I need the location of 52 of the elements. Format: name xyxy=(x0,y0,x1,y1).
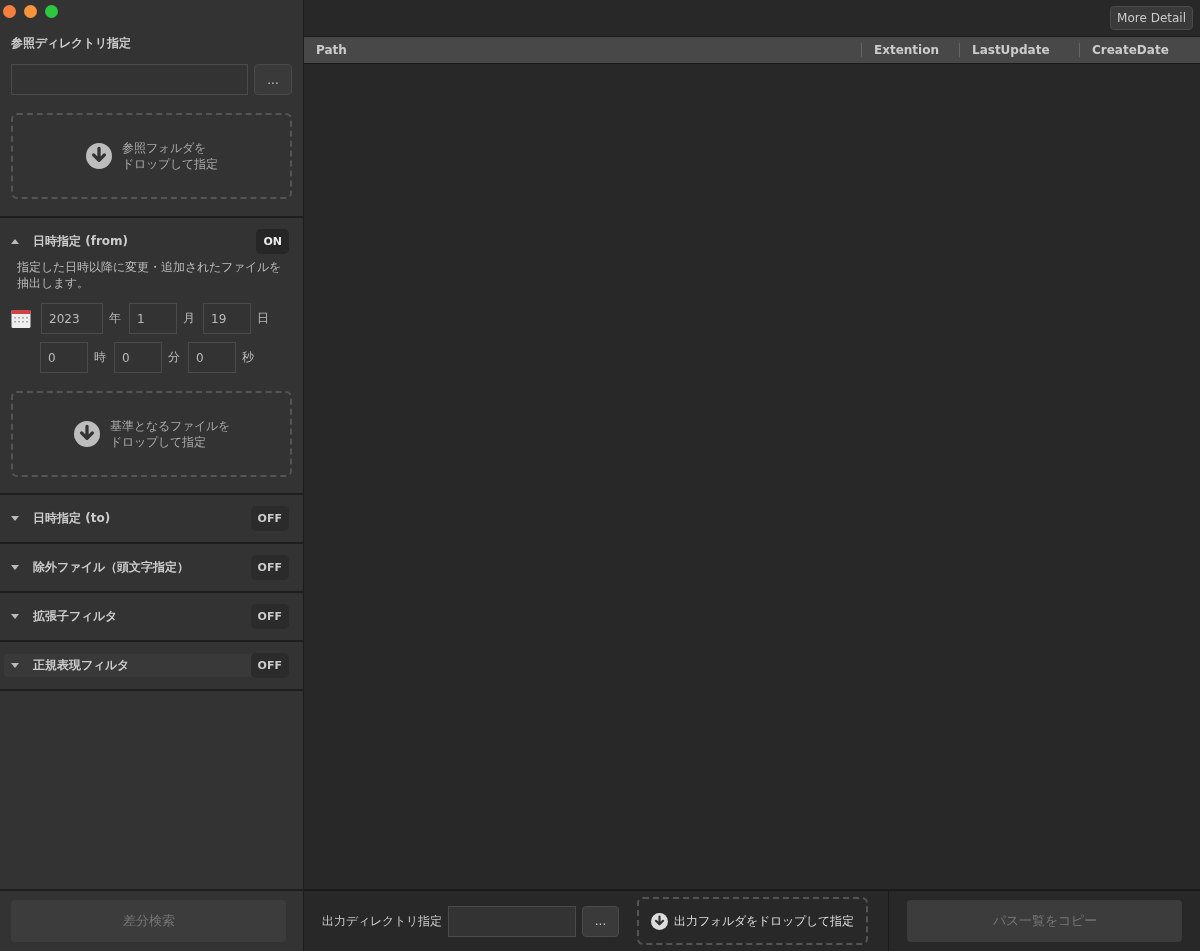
browse-button[interactable]: ... xyxy=(254,64,292,95)
toggle-button[interactable]: OFF xyxy=(250,653,289,678)
drop-hint: 基準となるファイルを xyxy=(109,418,230,434)
column-header[interactable]: LastUpdate xyxy=(972,43,1050,57)
time-field[interactable]: 0 xyxy=(188,342,236,373)
date-field[interactable]: 1 xyxy=(129,303,177,334)
caret-icon xyxy=(11,614,19,619)
description: 指定した日時以降に変更・追加されたファイルを抽出します。 xyxy=(16,259,282,291)
more-detail-button[interactable]: More Detail xyxy=(1110,6,1193,30)
column-header[interactable]: Extention xyxy=(874,43,939,57)
time-field[interactable]: 0 xyxy=(40,342,88,373)
browse-button[interactable]: ... xyxy=(582,905,619,937)
column-header[interactable]: CreateDate xyxy=(1092,43,1169,57)
column-header[interactable]: Path xyxy=(316,43,347,57)
date-field[interactable]: 19 xyxy=(203,303,251,334)
drop-zone[interactable]: 出力フォルダをドロップして指定 xyxy=(637,897,868,945)
section-label: 参照ディレクトリ指定 xyxy=(11,35,132,52)
download-icon xyxy=(651,912,668,930)
drop-hint: 参照フォルダを xyxy=(121,140,207,156)
section-header[interactable]: 正規表現フィルタ OFF xyxy=(4,654,289,677)
window-control-button[interactable] xyxy=(45,5,58,18)
date-field[interactable]: 2023 xyxy=(41,303,103,334)
unit-label: 月 xyxy=(183,311,195,326)
toggle-button[interactable]: OFF xyxy=(250,506,289,531)
calendar-icon xyxy=(11,308,31,329)
caret-icon xyxy=(11,239,19,244)
drop-hint: ドロップして指定 xyxy=(109,434,207,450)
section-header[interactable]: 除外ファイル（頭文字指定） OFF xyxy=(0,544,303,591)
download-icon xyxy=(85,143,112,169)
caret-icon xyxy=(11,516,19,521)
caret-icon xyxy=(11,663,19,668)
output-label: 出力ディレクトリ指定 xyxy=(322,912,442,930)
window-control-button[interactable] xyxy=(24,5,37,18)
toggle-button[interactable]: OFF xyxy=(250,555,289,580)
section-header[interactable]: 日時指定 (to) OFF xyxy=(0,495,303,542)
drop-hint: 出力フォルダをドロップして指定 xyxy=(674,912,854,930)
caret-icon xyxy=(11,565,19,570)
section-header[interactable]: 拡張子フィルタ OFF xyxy=(0,593,303,640)
toggle-button[interactable]: OFF xyxy=(250,604,289,629)
drop-zone[interactable]: 基準となるファイルを ドロップして指定 xyxy=(11,391,292,477)
download-icon xyxy=(73,421,100,447)
unit-label: 日 xyxy=(257,311,269,326)
output-path-field[interactable] xyxy=(448,905,576,937)
drop-hint: ドロップして指定 xyxy=(121,156,218,172)
unit-label: 秒 xyxy=(242,350,254,365)
unit-label: 年 xyxy=(109,311,121,326)
toggle-button[interactable]: ON xyxy=(256,229,289,254)
unit-label: 分 xyxy=(168,350,180,365)
unit-label: 時 xyxy=(94,350,106,365)
time-field[interactable]: 0 xyxy=(114,342,162,373)
window-control-button[interactable] xyxy=(3,5,16,18)
drop-zone[interactable]: 参照フォルダを ドロップして指定 xyxy=(11,113,292,199)
